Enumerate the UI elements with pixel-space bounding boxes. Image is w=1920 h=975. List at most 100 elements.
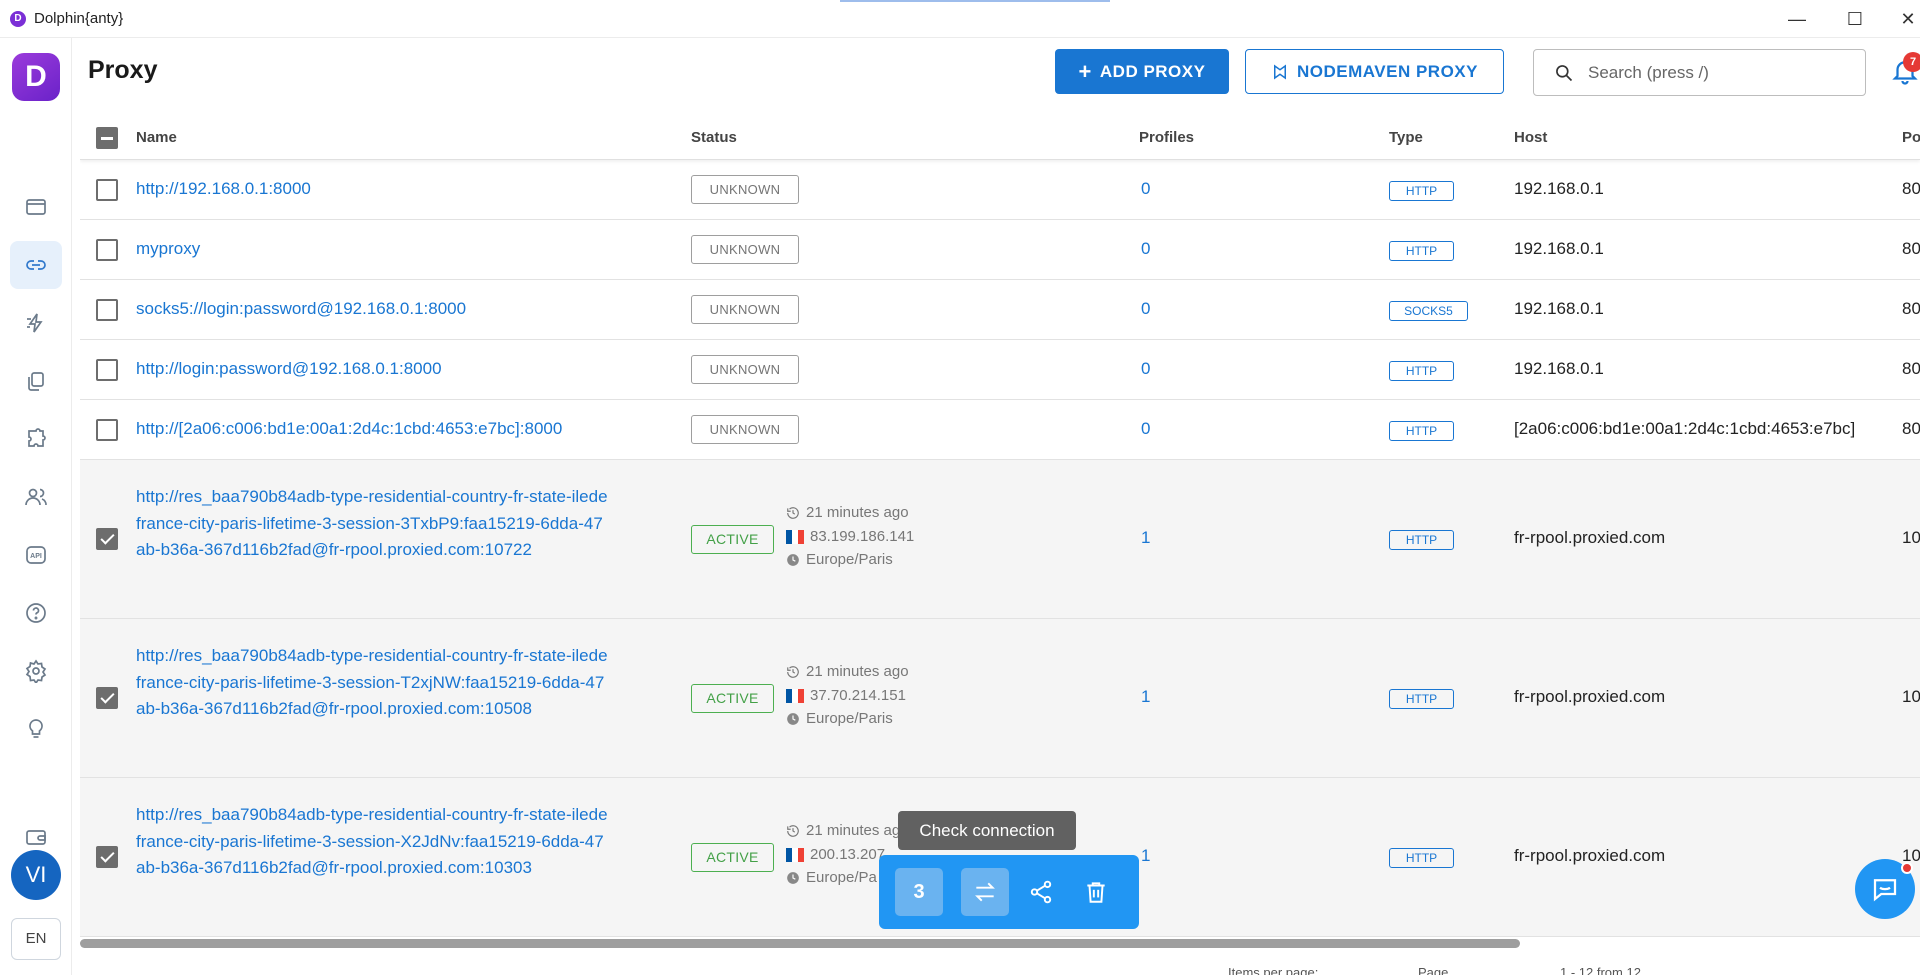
history-icon bbox=[787, 665, 799, 678]
proxy-name-link[interactable]: http://res_baa790b84adb-type-residential… bbox=[136, 643, 611, 723]
ip-address: 37.70.214.151 bbox=[786, 687, 906, 704]
puzzle-icon bbox=[28, 428, 46, 447]
language-switcher[interactable]: EN bbox=[11, 918, 61, 960]
clock-icon bbox=[787, 553, 799, 566]
profiles-count[interactable]: 0 bbox=[1141, 359, 1150, 379]
search-box[interactable] bbox=[1533, 49, 1866, 96]
port-value: 80 bbox=[1902, 239, 1920, 258]
sidebar-item-proxy[interactable] bbox=[10, 241, 62, 289]
close-icon[interactable]: ✕ bbox=[1885, 6, 1920, 32]
select-all-checkbox[interactable] bbox=[96, 127, 118, 149]
share-icon bbox=[1030, 880, 1052, 904]
sidebar: D API VI EN bbox=[0, 38, 72, 975]
table-row[interactable]: http://[2a06:c006:bd1e:00a1:2d4c:1cbd:46… bbox=[80, 400, 1920, 460]
profiles-count[interactable]: 0 bbox=[1141, 419, 1150, 439]
add-proxy-label: ADD PROXY bbox=[1099, 61, 1206, 81]
delete-button[interactable] bbox=[1072, 868, 1120, 916]
horizontal-scrollbar[interactable] bbox=[80, 939, 1520, 948]
france-flag-icon bbox=[786, 688, 804, 703]
clock-icon bbox=[787, 712, 799, 725]
sidebar-item-ideas[interactable] bbox=[10, 705, 62, 753]
users-icon bbox=[25, 488, 47, 506]
sidebar-item-help[interactable] bbox=[10, 589, 62, 637]
question-icon bbox=[26, 603, 46, 623]
row-checkbox[interactable] bbox=[96, 359, 118, 381]
profiles-count[interactable]: 0 bbox=[1141, 239, 1150, 259]
host-value: [2a06:c006:bd1e:00a1:2d4c:1cbd:4653:e7bc… bbox=[1514, 419, 1856, 438]
copy-icon bbox=[28, 372, 44, 391]
sidebar-item-extensions[interactable] bbox=[10, 415, 62, 463]
type-badge: SOCKS5 bbox=[1389, 301, 1468, 321]
port-value: 10 bbox=[1902, 528, 1920, 547]
table-row[interactable]: socks5://login:password@192.168.0.1:8000… bbox=[80, 280, 1920, 340]
table-row[interactable]: http://res_baa790b84adb-type-residential… bbox=[80, 619, 1920, 778]
type-badge: HTTP bbox=[1389, 181, 1454, 201]
page-range: 1 - 12 from 12 bbox=[1560, 965, 1641, 975]
share-button[interactable] bbox=[1017, 868, 1065, 916]
column-header-name[interactable]: Name bbox=[136, 129, 177, 146]
timezone: Europe/Paris bbox=[786, 710, 893, 727]
table-row[interactable]: http://login:password@192.168.0.1:8000 U… bbox=[80, 340, 1920, 400]
status-badge: UNKNOWN bbox=[691, 235, 799, 264]
profiles-count[interactable]: 1 bbox=[1141, 687, 1150, 707]
row-checkbox[interactable] bbox=[96, 528, 118, 550]
table-row[interactable]: http://res_baa790b84adb-type-residential… bbox=[80, 460, 1920, 619]
nodemaven-label: NODEMAVEN PROXY bbox=[1297, 61, 1478, 81]
type-badge: HTTP bbox=[1389, 530, 1454, 550]
profiles-count[interactable]: 1 bbox=[1141, 528, 1150, 548]
proxy-name-link[interactable]: http://192.168.0.1:8000 bbox=[136, 179, 311, 199]
column-header-port[interactable]: Po bbox=[1902, 129, 1920, 146]
profiles-count[interactable]: 0 bbox=[1141, 299, 1150, 319]
minimize-icon[interactable]: — bbox=[1774, 6, 1820, 32]
row-checkbox[interactable] bbox=[96, 419, 118, 441]
type-badge: HTTP bbox=[1389, 241, 1454, 261]
proxy-name-link[interactable]: http://res_baa790b84adb-type-residential… bbox=[136, 484, 611, 564]
status-badge: ACTIVE bbox=[691, 843, 774, 872]
swap-arrows-icon bbox=[975, 882, 995, 902]
row-checkbox[interactable] bbox=[96, 179, 118, 201]
port-value: 10 bbox=[1902, 687, 1920, 706]
chat-unread-indicator bbox=[1901, 862, 1913, 874]
sidebar-item-browser-profiles[interactable] bbox=[10, 183, 62, 231]
check-connection-button[interactable] bbox=[961, 868, 1009, 916]
timezone: Europe/Paris bbox=[786, 551, 893, 568]
port-value: 80 bbox=[1902, 299, 1920, 318]
status-badge: UNKNOWN bbox=[691, 415, 799, 444]
proxy-name-link[interactable]: http://login:password@192.168.0.1:8000 bbox=[136, 359, 442, 379]
profiles-count[interactable]: 1 bbox=[1141, 846, 1150, 866]
avatar[interactable]: VI bbox=[11, 850, 61, 900]
nodemaven-proxy-button[interactable]: NODEMAVEN PROXY bbox=[1245, 49, 1504, 94]
search-input[interactable] bbox=[1588, 62, 1848, 83]
profiles-count[interactable]: 0 bbox=[1141, 179, 1150, 199]
proxy-name-link[interactable]: http://[2a06:c006:bd1e:00a1:2d4c:1cbd:46… bbox=[136, 419, 562, 439]
proxy-name-link[interactable]: socks5://login:password@192.168.0.1:8000 bbox=[136, 299, 466, 319]
maximize-icon[interactable]: ☐ bbox=[1832, 6, 1878, 32]
table-row[interactable]: myproxy UNKNOWN 0 HTTP 192.168.0.1 80 bbox=[80, 220, 1920, 280]
sidebar-item-extensions-copy[interactable] bbox=[10, 357, 62, 405]
row-checkbox[interactable] bbox=[96, 687, 118, 709]
lightbulb-icon bbox=[29, 719, 43, 738]
type-badge: HTTP bbox=[1389, 421, 1454, 441]
column-header-type[interactable]: Type bbox=[1389, 129, 1423, 146]
row-checkbox[interactable] bbox=[96, 239, 118, 261]
status-badge: UNKNOWN bbox=[691, 355, 799, 384]
france-flag-icon bbox=[786, 529, 804, 544]
host-value: 192.168.0.1 bbox=[1514, 239, 1604, 258]
column-header-profiles[interactable]: Profiles bbox=[1139, 129, 1194, 146]
row-checkbox[interactable] bbox=[96, 299, 118, 321]
sidebar-item-settings[interactable] bbox=[10, 647, 62, 695]
port-value: 80 bbox=[1902, 359, 1920, 378]
sidebar-item-automation[interactable] bbox=[10, 299, 62, 347]
column-header-host[interactable]: Host bbox=[1514, 129, 1547, 146]
column-header-status[interactable]: Status bbox=[691, 129, 737, 146]
proxy-name-link[interactable]: myproxy bbox=[136, 239, 200, 259]
sidebar-item-api[interactable]: API bbox=[10, 531, 62, 579]
add-proxy-button[interactable]: + ADD PROXY bbox=[1055, 49, 1229, 94]
dolphin-logo[interactable]: D bbox=[12, 53, 60, 101]
row-checkbox[interactable] bbox=[96, 846, 118, 868]
proxy-name-link[interactable]: http://res_baa790b84adb-type-residential… bbox=[136, 802, 611, 882]
type-badge: HTTP bbox=[1389, 689, 1454, 709]
table-row[interactable]: http://192.168.0.1:8000 UNKNOWN 0 HTTP 1… bbox=[80, 160, 1920, 220]
sidebar-item-team[interactable] bbox=[10, 473, 62, 521]
host-value: fr-rpool.proxied.com bbox=[1514, 528, 1666, 547]
